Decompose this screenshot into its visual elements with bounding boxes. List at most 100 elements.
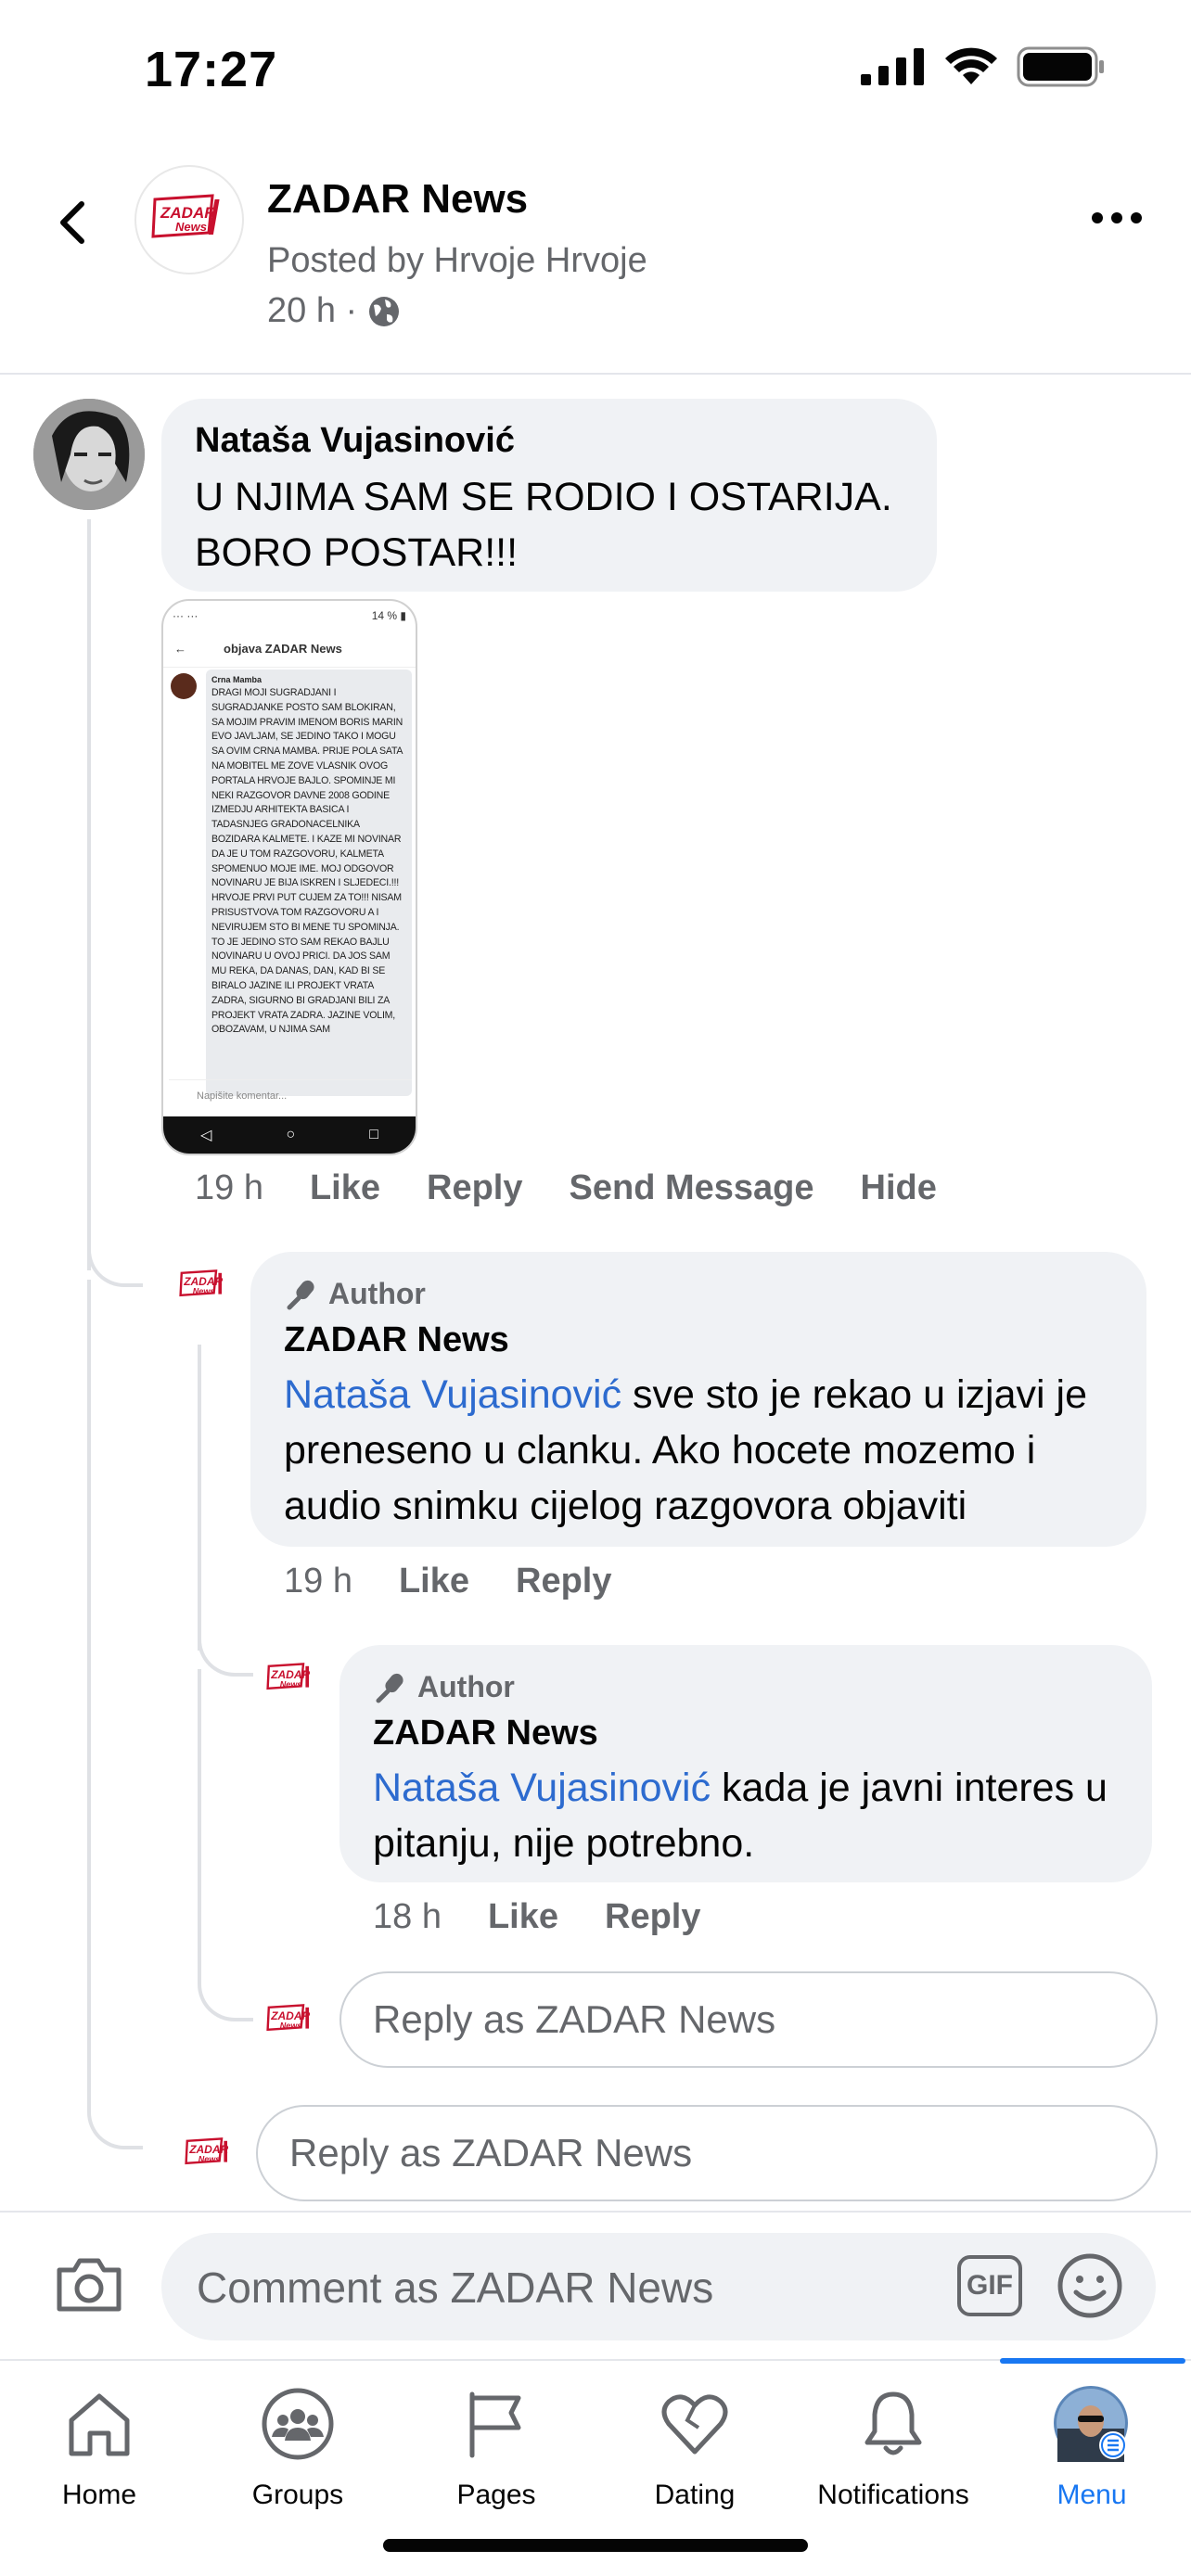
author-badge-label: Author: [328, 1276, 426, 1310]
tab-label: Notifications: [817, 2480, 969, 2510]
home-indicator: [383, 2539, 808, 2552]
svg-text:News: News: [280, 2021, 302, 2031]
post-time: 20 h ·: [267, 291, 402, 331]
tab-label: Dating: [654, 2480, 736, 2510]
author-badge: Author: [284, 1276, 426, 1311]
author-badge-label: Author: [417, 1669, 515, 1703]
microphone-icon: [287, 1280, 314, 1310]
gif-button[interactable]: GIF: [957, 2255, 1022, 2316]
emoji-button[interactable]: [1056, 2251, 1124, 2320]
comment-author[interactable]: ZADAR News: [373, 1714, 598, 1753]
zadar-news-logo: ZADAR News: [179, 1269, 224, 1297]
thread-curve: [87, 2068, 143, 2149]
svg-text:News: News: [175, 220, 207, 234]
comment-text: Nataša Vujasinović kada je javni interes…: [373, 1760, 1133, 1871]
posted-by: Posted by Hrvoje Hrvoje: [267, 241, 647, 280]
reply-button[interactable]: Reply: [516, 1562, 611, 1601]
thumb-back-icon: ←: [174, 642, 186, 656]
zadar-news-avatar[interactable]: ZADAR News: [176, 1267, 228, 1304]
comment-actions: 19 h Like Reply: [284, 1562, 612, 1601]
groups-icon: [262, 2388, 334, 2460]
heart-icon: [661, 2394, 728, 2455]
mention-link[interactable]: Nataša Vujasinović: [284, 1372, 621, 1417]
zadar-news-avatar: ZADAR News: [263, 2001, 315, 2038]
tab-menu[interactable]: Menu: [992, 2374, 1191, 2513]
zadar-news-logo: ZADAR News: [266, 1663, 311, 1690]
page-name[interactable]: ZADAR News: [267, 176, 528, 223]
thumb-title: objava ZADAR News: [224, 642, 342, 656]
svg-text:News: News: [193, 1287, 215, 1296]
thumb-commenter: Crna Mamba: [211, 675, 263, 684]
svg-text:ZADAR: ZADAR: [188, 2143, 228, 2156]
comment-input-placeholder: Comment as ZADAR News: [197, 2264, 714, 2312]
comment-text: U NJIMA SAM SE RODIO I OSTARIJA. BORO PO…: [195, 475, 892, 575]
thumb-avatar: [171, 673, 197, 699]
thread-line: [198, 1345, 201, 1651]
nested-reply-input[interactable]: Reply as ZADAR News: [339, 1971, 1158, 2068]
reply-button[interactable]: Reply: [427, 1168, 522, 1208]
tab-pages[interactable]: Pages: [397, 2374, 596, 2513]
thumb-header: ← objava ZADAR News: [163, 631, 416, 668]
tab-label: Home: [61, 2480, 137, 2510]
like-button[interactable]: Like: [488, 1897, 558, 1937]
status-icons: [861, 46, 1106, 87]
comment-time: 18 h: [373, 1897, 442, 1936]
reply-button[interactable]: Reply: [605, 1897, 700, 1937]
svg-text:ZADAR: ZADAR: [270, 1668, 310, 1681]
thread-curve: [198, 1966, 253, 2021]
reply-input-placeholder: Reply as ZADAR News: [373, 1997, 776, 2041]
thumb-comment-text: DRAGI MOJI SUGRADJANI I SUGRADJANKE POST…: [211, 687, 403, 1036]
like-button[interactable]: Like: [399, 1562, 469, 1601]
signal-icon: [861, 48, 924, 85]
comment-image-attachment[interactable]: ··· ··· 14 % ▮ ← objava ZADAR News Crna M…: [161, 599, 417, 1155]
svg-text:News: News: [198, 2155, 221, 2164]
page-avatar[interactable]: ZADAR News: [134, 165, 244, 274]
back-button[interactable]: [46, 195, 102, 250]
flag-icon: [469, 2391, 521, 2458]
thread-reply-input[interactable]: Reply as ZADAR News: [256, 2105, 1158, 2201]
comment-time: 19 h: [195, 1168, 263, 1207]
active-tab-indicator: [1000, 2358, 1185, 2364]
profile-avatar: [1054, 2386, 1128, 2462]
wifi-icon: [945, 47, 997, 84]
author-badge: Author: [373, 1669, 515, 1704]
tab-label: Groups: [251, 2480, 344, 2510]
hide-button[interactable]: Hide: [861, 1168, 937, 1208]
tab-notifications[interactable]: Notifications: [794, 2374, 992, 2513]
tab-home[interactable]: Home: [0, 2374, 198, 2513]
post-time-text: 20 h ·: [267, 291, 358, 330]
camera-button[interactable]: [52, 2248, 126, 2322]
more-options-button[interactable]: [1089, 204, 1145, 232]
chevron-left-icon: [60, 201, 84, 244]
zadar-news-logo: ZADAR News: [185, 2137, 229, 2165]
thread-line: [87, 519, 91, 1270]
thread-line: [198, 1669, 201, 1984]
svg-text:ZADAR: ZADAR: [183, 1275, 223, 1288]
home-icon: [69, 2393, 130, 2456]
tab-label: Pages: [456, 2480, 536, 2510]
status-time: 17:27: [145, 42, 278, 97]
comment-author[interactable]: Nataša Vujasinović: [195, 421, 515, 461]
globe-icon: [369, 296, 400, 326]
send-message-button[interactable]: Send Message: [570, 1168, 814, 1208]
zadar-news-logo: ZADAR News: [151, 194, 220, 238]
comment-author[interactable]: ZADAR News: [284, 1320, 509, 1360]
microphone-icon: [376, 1673, 403, 1703]
comment-actions: 19 h Like Reply Send Message Hide: [195, 1168, 937, 1208]
zadar-news-avatar: ZADAR News: [182, 2135, 234, 2172]
comment-actions: 18 h Like Reply: [373, 1897, 701, 1937]
tab-label: Menu: [1057, 2480, 1127, 2510]
mention-link[interactable]: Nataša Vujasinović: [373, 1766, 711, 1810]
tab-groups[interactable]: Groups: [198, 2374, 397, 2513]
thumb-comment-input: Napišite komentar...: [169, 1079, 412, 1111]
svg-text:ZADAR: ZADAR: [270, 2009, 310, 2022]
comment-time: 19 h: [284, 1562, 352, 1600]
comment-text: Nataša Vujasinović sve sto je rekao u iz…: [284, 1367, 1128, 1534]
dot-icon: [1111, 212, 1122, 223]
thumb-comment-body: Crna Mamba DRAGI MOJI SUGRADJANI I SUGRA…: [206, 670, 412, 1096]
commenter-avatar[interactable]: [33, 399, 145, 510]
tab-dating[interactable]: Dating: [596, 2374, 794, 2513]
svg-text:News: News: [280, 1680, 302, 1690]
zadar-news-avatar[interactable]: ZADAR News: [263, 1660, 315, 1697]
like-button[interactable]: Like: [310, 1168, 380, 1208]
